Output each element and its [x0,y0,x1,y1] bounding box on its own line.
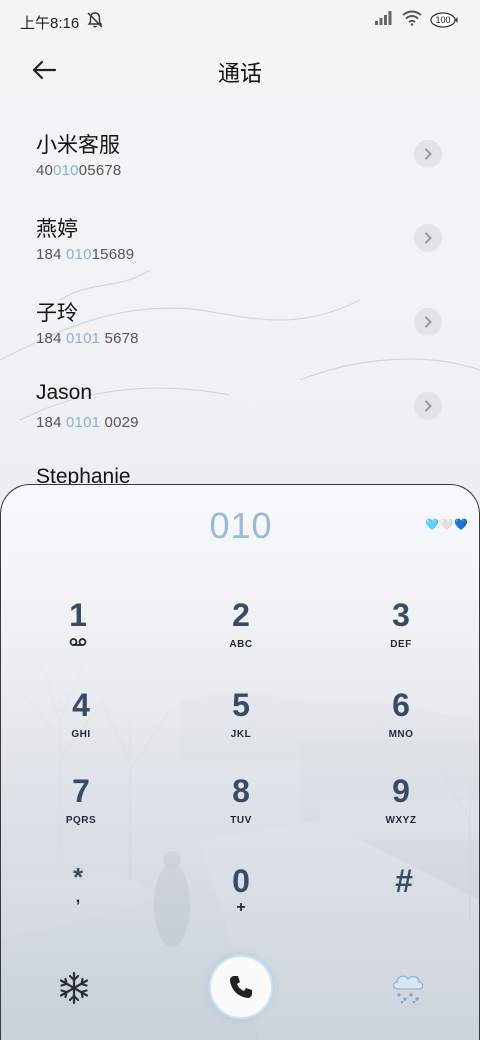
weather-snow-icon [393,975,424,1004]
weather-button[interactable] [387,967,429,1009]
wifi-icon [402,10,422,31]
signal-icon [374,10,394,31]
key-1[interactable]: 1 [23,597,133,671]
dialpad-panel: 010 🩵 🤍 💙 1 2 ABC 3 DEF 4 GHI 5 JKL 6 MN… [0,484,480,1040]
battery-icon: 100 [430,12,458,28]
status-bar: 上午8:16 100 [0,0,480,42]
header: 通话 [0,42,480,98]
call-button[interactable] [209,955,273,1019]
contact-name: 子玲 [36,302,78,325]
chevron-right-icon [425,316,432,328]
contact-number: 184 0101 0029 [36,414,139,431]
chevron-right-icon [425,148,432,160]
white-heart-icon: 🤍 [439,519,454,531]
contact-row[interactable]: 子玲 184 0101 5678 [0,280,480,364]
contact-detail-button[interactable] [414,224,442,252]
contact-name: Jason [36,381,93,404]
key-6[interactable]: 6 MNO [346,687,456,761]
key-9[interactable]: 9 WXYZ [346,773,456,847]
key-0[interactable]: 0 + [186,863,296,937]
key-3[interactable]: 3 DEF [346,597,456,671]
battery-level: 100 [435,15,451,25]
phone-icon [230,976,252,998]
mute-bell-icon [86,11,104,34]
key-5[interactable]: 5 JKL [186,687,296,761]
contact-detail-button[interactable] [414,392,442,420]
page-title: 通话 [217,61,262,86]
chevron-right-icon [425,232,432,244]
contact-name: 燕婷 [36,218,78,241]
voicemail-icon [69,638,87,646]
key-star[interactable]: * , [23,863,133,937]
hearts-decoration: 🩵 🤍 💙 [425,519,468,531]
key-8[interactable]: 8 TUV [186,773,296,847]
key-hash[interactable]: # [349,863,459,937]
contact-number: 184 0101 5678 [36,330,139,347]
contact-number: 184 01015689 [36,246,135,263]
snowflake-icon [59,971,89,1005]
contact-list: 小米客服 4001005678 燕婷 184 01015689 子玲 184 0… [0,112,480,532]
contact-row[interactable]: 燕婷 184 01015689 [0,196,480,280]
contact-row[interactable]: 小米客服 4001005678 [0,112,480,196]
contact-name: 小米客服 [36,134,120,157]
key-4[interactable]: 4 GHI [26,687,136,761]
key-2[interactable]: 2 ABC [186,597,296,671]
contact-detail-button[interactable] [414,140,442,168]
theme-button[interactable] [53,967,95,1009]
dialed-number: 010 [209,505,273,546]
key-7[interactable]: 7 PQRS [26,773,136,847]
chevron-right-icon [425,400,432,412]
contact-row[interactable]: Jason 184 0101 0029 [0,364,480,448]
light-blue-heart-icon: 🩵 [425,519,439,531]
status-time: 上午8:16 [20,15,80,32]
contact-number: 4001005678 [36,162,122,179]
contact-detail-button[interactable] [414,308,442,336]
blue-heart-icon: 💙 [454,519,469,531]
